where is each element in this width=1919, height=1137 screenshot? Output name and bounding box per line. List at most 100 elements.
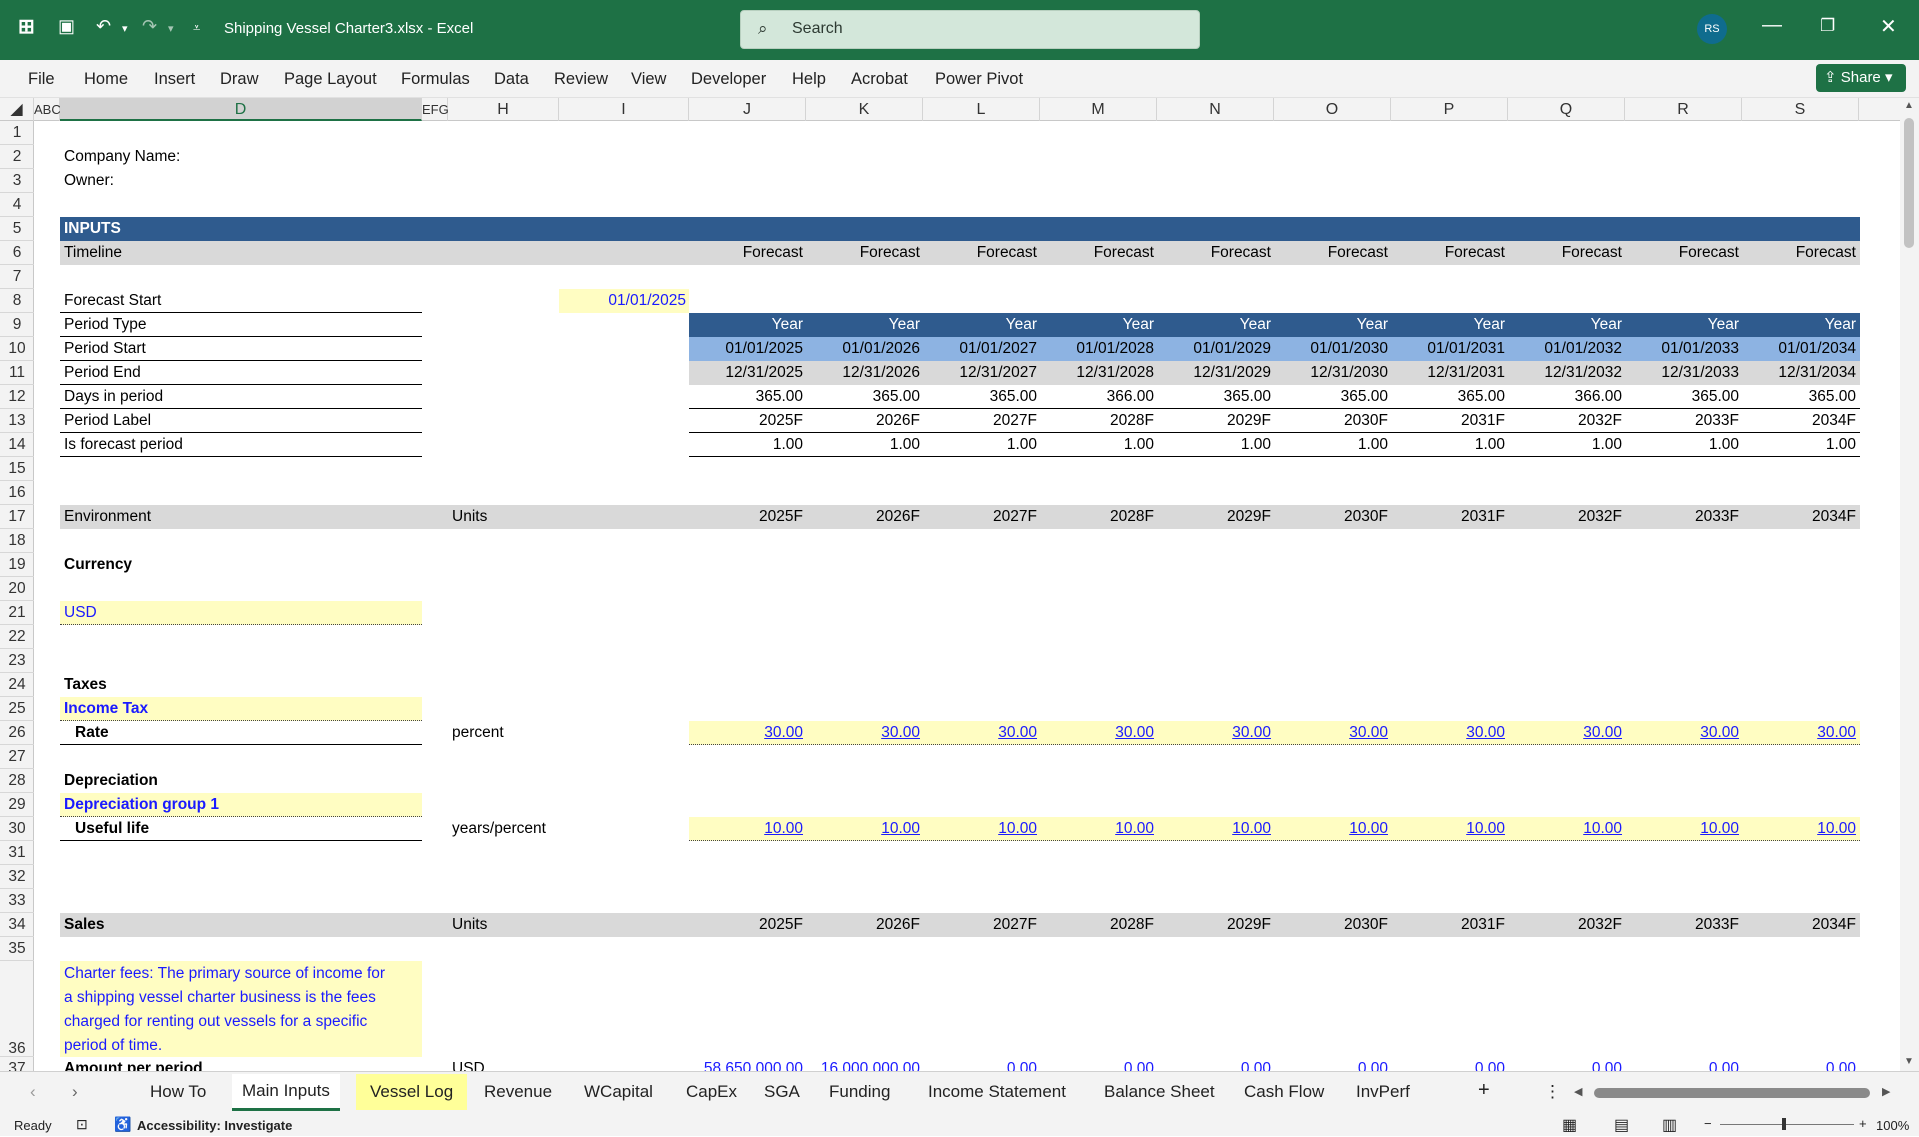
row-header[interactable]: 6	[0, 241, 34, 265]
period-type-cell[interactable]: Year	[1040, 313, 1154, 337]
amount-units[interactable]: USD	[452, 1057, 485, 1071]
accessibility-icon[interactable]: ♿	[114, 1116, 131, 1133]
vertical-scrollbar[interactable]: ▲ ▼	[1900, 98, 1919, 1071]
environment-year-cell[interactable]: 2032F	[1508, 505, 1622, 529]
search-box[interactable]: ⌕ Search	[740, 10, 1200, 49]
undo-dropdown-icon[interactable]: ▾	[122, 22, 128, 35]
tab-help[interactable]: Help	[792, 70, 826, 89]
prev-sheet-icon[interactable]: ‹	[30, 1082, 36, 1102]
useful-life-units[interactable]: years/percent	[452, 817, 546, 841]
period-label-cell[interactable]: 2029F	[1157, 409, 1271, 433]
depreciation-label[interactable]: Depreciation	[64, 769, 158, 793]
period-label-cell[interactable]: 2032F	[1508, 409, 1622, 433]
days-cell[interactable]: 365.00	[689, 385, 803, 409]
forecast-cell[interactable]: Forecast	[1157, 241, 1271, 265]
tab-view[interactable]: View	[631, 70, 666, 89]
useful-life-input[interactable]: 10.00	[1742, 817, 1856, 841]
environment-year-cell[interactable]: 2025F	[689, 505, 803, 529]
minimize-icon[interactable]: —	[1762, 14, 1782, 37]
row-header[interactable]: 15	[0, 457, 34, 481]
period-start-cell[interactable]: 01/01/2026	[806, 337, 920, 361]
sales-label[interactable]: Sales	[64, 913, 105, 937]
sheet-tab-balance-sheet[interactable]: Balance Sheet	[1104, 1082, 1215, 1102]
share-button[interactable]: ⇪ Share ▾	[1816, 64, 1906, 92]
sheet-tab-cash-flow[interactable]: Cash Flow	[1244, 1082, 1324, 1102]
period-end-cell[interactable]: 12/31/2025	[689, 361, 803, 385]
row-header[interactable]: 13	[0, 409, 34, 433]
rate-input[interactable]: 30.00	[1274, 721, 1388, 745]
period-label-label[interactable]: Period Label	[64, 409, 151, 433]
horizontal-scrollbar[interactable]: ◀ ▶	[1570, 1084, 1900, 1102]
period-end-cell[interactable]: 12/31/2029	[1157, 361, 1271, 385]
period-label-cell[interactable]: 2027F	[923, 409, 1037, 433]
environment-label[interactable]: Environment	[64, 505, 151, 529]
amount-input[interactable]: 0.00	[1742, 1057, 1856, 1071]
useful-life-input[interactable]: 10.00	[1508, 817, 1622, 841]
period-end-label[interactable]: Period End	[64, 361, 141, 385]
income-tax-label[interactable]: Income Tax	[64, 697, 148, 721]
scroll-up-icon[interactable]: ▲	[1904, 100, 1914, 111]
days-cell[interactable]: 365.00	[1742, 385, 1856, 409]
days-cell[interactable]: 365.00	[806, 385, 920, 409]
row-header[interactable]: 16	[0, 481, 34, 505]
sheet-tab-invperf[interactable]: InvPerf	[1356, 1082, 1410, 1102]
period-type-cell[interactable]: Year	[806, 313, 920, 337]
period-start-cell[interactable]: 01/01/2033	[1625, 337, 1739, 361]
rate-input[interactable]: 30.00	[923, 721, 1037, 745]
row-header[interactable]: 21	[0, 601, 34, 625]
period-end-cell[interactable]: 12/31/2027	[923, 361, 1037, 385]
row-header[interactable]: 29	[0, 793, 34, 817]
row-header[interactable]: 28	[0, 769, 34, 793]
avatar[interactable]: RS	[1697, 14, 1727, 44]
tab-formulas[interactable]: Formulas	[401, 70, 470, 89]
period-type-cell[interactable]: Year	[923, 313, 1037, 337]
days-label[interactable]: Days in period	[64, 385, 163, 409]
useful-life-input[interactable]: 10.00	[1040, 817, 1154, 841]
is-forecast-cell[interactable]: 1.00	[1391, 433, 1505, 457]
sales-year-cell[interactable]: 2028F	[1040, 913, 1154, 937]
units-header[interactable]: Units	[452, 913, 487, 937]
rate-input[interactable]: 30.00	[1742, 721, 1856, 745]
useful-life-input[interactable]: 10.00	[1391, 817, 1505, 841]
row-header[interactable]: 26	[0, 721, 34, 745]
company-name-label[interactable]: Company Name:	[64, 145, 180, 169]
charter-note-line[interactable]: Charter fees: The primary source of inco…	[64, 962, 385, 986]
period-end-cell[interactable]: 12/31/2031	[1391, 361, 1505, 385]
period-start-cell[interactable]: 01/01/2027	[923, 337, 1037, 361]
period-type-cell[interactable]: Year	[1625, 313, 1739, 337]
amount-label[interactable]: Amount per period	[64, 1057, 203, 1071]
is-forecast-cell[interactable]: 1.00	[806, 433, 920, 457]
sales-year-cell[interactable]: 2030F	[1274, 913, 1388, 937]
sheet-grid[interactable]: Company Name: Owner: INPUTS Timeline For…	[34, 121, 1900, 1071]
column-header[interactable]: L	[923, 98, 1040, 121]
forecast-cell[interactable]: Forecast	[1040, 241, 1154, 265]
period-end-cell[interactable]: 12/31/2034	[1742, 361, 1856, 385]
zoom-out-icon[interactable]: −	[1704, 1116, 1712, 1131]
row-header[interactable]: 25	[0, 697, 34, 721]
column-header[interactable]: O	[1274, 98, 1391, 121]
amount-input[interactable]: 58,650,000.00	[689, 1057, 803, 1071]
sheet-tab-capex[interactable]: CapEx	[686, 1082, 737, 1102]
sales-year-cell[interactable]: 2033F	[1625, 913, 1739, 937]
period-end-cell[interactable]: 12/31/2028	[1040, 361, 1154, 385]
row-header[interactable]: 9	[0, 313, 34, 337]
column-header[interactable]: S	[1742, 98, 1859, 121]
forecast-cell[interactable]: Forecast	[1742, 241, 1856, 265]
environment-year-cell[interactable]: 2027F	[923, 505, 1037, 529]
tab-file[interactable]: File	[28, 70, 55, 89]
days-cell[interactable]: 365.00	[1157, 385, 1271, 409]
amount-input[interactable]: 0.00	[1508, 1057, 1622, 1071]
is-forecast-cell[interactable]: 1.00	[689, 433, 803, 457]
period-end-cell[interactable]: 12/31/2030	[1274, 361, 1388, 385]
row-header[interactable]: 22	[0, 625, 34, 649]
rate-label[interactable]: Rate	[75, 721, 109, 745]
is-forecast-cell[interactable]: 1.00	[1274, 433, 1388, 457]
charter-note-line[interactable]: a shipping vessel charter business is th…	[64, 986, 376, 1010]
sheet-tab-vessel-log[interactable]: Vessel Log	[356, 1074, 468, 1110]
owner-label[interactable]: Owner:	[64, 169, 114, 193]
tab-power-pivot[interactable]: Power Pivot	[935, 70, 1023, 89]
amount-input[interactable]: 0.00	[1157, 1057, 1271, 1071]
rate-input[interactable]: 30.00	[1391, 721, 1505, 745]
useful-life-input[interactable]: 10.00	[689, 817, 803, 841]
units-header[interactable]: Units	[452, 505, 487, 529]
